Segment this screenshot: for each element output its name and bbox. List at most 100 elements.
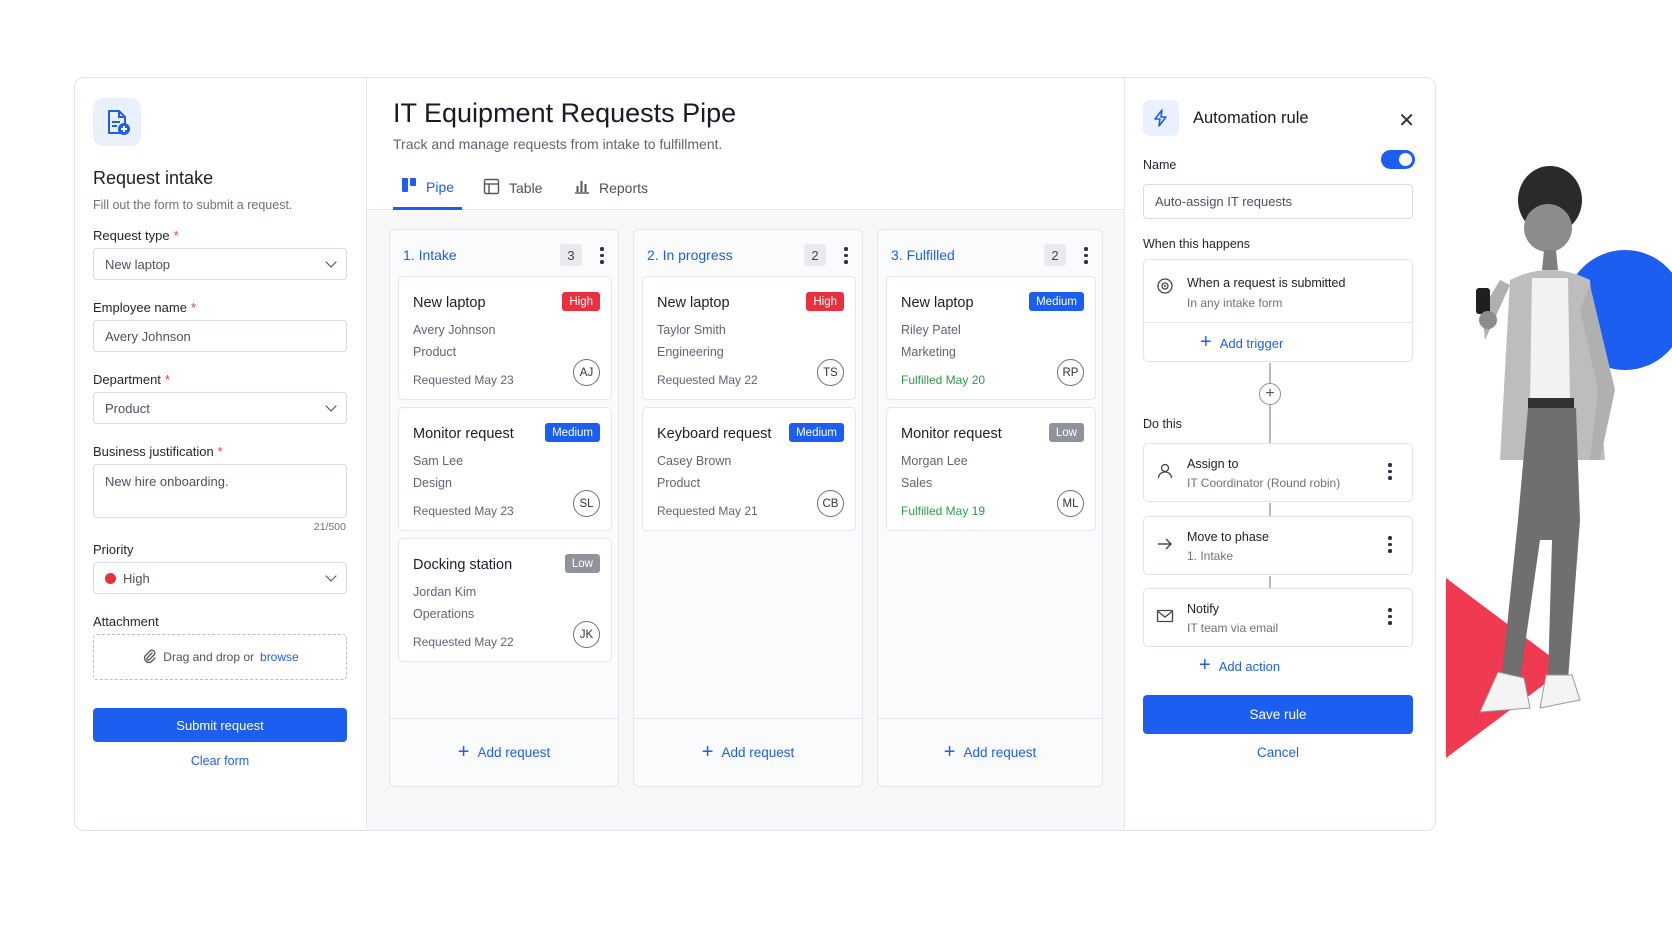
- card-department: Design: [413, 476, 452, 490]
- plus-icon: +: [457, 740, 470, 763]
- kanban-icon: [401, 177, 417, 196]
- more-vertical-icon[interactable]: [1388, 608, 1392, 625]
- avatar: ML: [1057, 490, 1084, 517]
- tab-table[interactable]: Table: [483, 166, 542, 210]
- action-card[interactable]: Move to phase 1. Intake: [1143, 516, 1413, 575]
- column-intake: 1. Intake 3 New laptop High Avery Johnso…: [389, 229, 619, 787]
- cancel-link[interactable]: Cancel: [1143, 745, 1413, 760]
- action-subtitle: IT team via email: [1187, 621, 1279, 635]
- card-title: Keyboard request: [657, 426, 772, 442]
- column-title: 3. Fulfilled: [891, 247, 955, 263]
- kanban-board: 1. Intake 3 New laptop High Avery Johnso…: [367, 211, 1124, 830]
- action-title: Notify: [1187, 602, 1219, 616]
- request-type-select[interactable]: New laptop: [93, 248, 347, 280]
- trigger-title[interactable]: When a request is submitted: [1187, 276, 1345, 290]
- employee-name-value: Avery Johnson: [105, 328, 191, 344]
- save-rule-button[interactable]: Save rule: [1143, 695, 1413, 734]
- department-label: Department *: [93, 372, 170, 387]
- employee-name-label: Employee name *: [93, 300, 197, 315]
- card-date: Requested May 23: [413, 504, 514, 518]
- more-vertical-icon[interactable]: [600, 247, 604, 264]
- card-title: New laptop: [413, 295, 486, 311]
- column-header: 1. Intake 3: [403, 244, 608, 266]
- column-count: 2: [804, 244, 826, 266]
- add-request-button[interactable]: + Add request: [390, 718, 618, 786]
- request-card[interactable]: Monitor request Medium Sam Lee Design Re…: [398, 407, 612, 531]
- add-request-button[interactable]: + Add request: [634, 718, 862, 786]
- add-request-button[interactable]: + Add request: [878, 718, 1102, 786]
- tab-pipe-label: Pipe: [426, 178, 455, 195]
- action-title: Assign to: [1187, 457, 1239, 471]
- page-subtitle: Track and manage requests from intake to…: [393, 136, 723, 152]
- document-add-icon: [93, 98, 141, 146]
- pipe-panel: IT Equipment Requests Pipe Track and man…: [367, 78, 1124, 830]
- request-type-value: New laptop: [105, 256, 171, 272]
- request-card[interactable]: New laptop High Taylor Smith Engineering…: [642, 276, 856, 400]
- chevron-down-icon: [325, 570, 337, 582]
- card-date: Requested May 23: [413, 373, 514, 387]
- justification-textarea[interactable]: New hire onboarding.: [93, 464, 347, 518]
- priority-badge: High: [806, 292, 844, 311]
- action-card[interactable]: Assign to IT Coordinator (Round robin): [1143, 443, 1413, 502]
- table-icon: [483, 178, 500, 198]
- avatar: TS: [817, 359, 844, 386]
- priority-badge: Low: [564, 554, 600, 573]
- automation-panel: Automation rule ✕ Name Auto-assign IT re…: [1124, 78, 1435, 830]
- request-card[interactable]: Monitor request Low Morgan Lee Sales Ful…: [886, 407, 1096, 531]
- column-title: 1. Intake: [403, 247, 457, 263]
- priority-select[interactable]: High: [93, 562, 347, 594]
- more-vertical-icon[interactable]: [844, 247, 848, 264]
- card-date: Requested May 21: [657, 504, 758, 518]
- chevron-down-icon: [325, 256, 337, 268]
- add-step-button[interactable]: +: [1259, 383, 1281, 405]
- justification-value: New hire onboarding.: [105, 474, 229, 489]
- add-trigger-button[interactable]: + Add trigger: [1200, 332, 1283, 352]
- attachment-dropzone[interactable]: Drag and drop or browse: [93, 634, 347, 680]
- more-vertical-icon[interactable]: [1084, 247, 1088, 264]
- submit-request-button[interactable]: Submit request: [93, 708, 347, 742]
- column-count: 2: [1044, 244, 1066, 266]
- trigger-card: When a request is submitted In any intak…: [1143, 259, 1413, 362]
- automation-title: Automation rule: [1193, 109, 1309, 127]
- employee-name-input[interactable]: Avery Johnson: [93, 320, 347, 352]
- browse-link[interactable]: browse: [260, 650, 299, 664]
- request-card[interactable]: New laptop Medium Riley Patel Marketing …: [886, 276, 1096, 400]
- clear-form-link[interactable]: Clear form: [93, 754, 347, 768]
- card-title: Docking station: [413, 557, 513, 573]
- avatar: RP: [1057, 359, 1084, 386]
- trigger-subtitle: In any intake form: [1187, 296, 1283, 310]
- card-department: Sales: [901, 476, 933, 490]
- avatar: SL: [573, 490, 600, 517]
- request-card[interactable]: New laptop High Avery Johnson Product Re…: [398, 276, 612, 400]
- close-icon[interactable]: ✕: [1398, 108, 1415, 133]
- department-select[interactable]: Product: [93, 392, 347, 424]
- card-department: Engineering: [657, 345, 724, 359]
- add-action-button[interactable]: + Add action: [1199, 655, 1280, 675]
- rule-name-value: Auto-assign IT requests: [1155, 194, 1293, 209]
- more-vertical-icon[interactable]: [1388, 536, 1392, 553]
- tab-reports[interactable]: Reports: [573, 166, 648, 210]
- dropzone-text: Drag and drop or: [163, 650, 255, 664]
- card-date: Fulfilled May 19: [901, 504, 986, 518]
- request-card[interactable]: Keyboard request Medium Casey Brown Prod…: [642, 407, 856, 531]
- priority-badge: Low: [1048, 423, 1084, 442]
- rule-name-input[interactable]: Auto-assign IT requests: [1143, 184, 1413, 219]
- add-request-label: Add request: [721, 745, 795, 760]
- add-request-label: Add request: [477, 745, 551, 760]
- add-request-label: Add request: [963, 745, 1037, 760]
- request-card[interactable]: Docking station Low Jordan Kim Operation…: [398, 538, 612, 662]
- more-vertical-icon[interactable]: [1388, 463, 1392, 480]
- column-in-progress: 2. In progress 2 New laptop High Taylor …: [633, 229, 863, 787]
- column-header: 2. In progress 2: [647, 244, 852, 266]
- plus-icon: +: [701, 740, 714, 763]
- enabled-toggle[interactable]: [1381, 150, 1415, 169]
- tab-reports-label: Reports: [599, 180, 649, 196]
- card-person: Sam Lee: [413, 454, 464, 468]
- person-illustration: [1476, 166, 1615, 713]
- target-icon: [1156, 277, 1174, 300]
- tab-pipe[interactable]: Pipe: [393, 166, 463, 210]
- request-type-label: Request type *: [93, 228, 179, 243]
- action-card[interactable]: Notify IT team via email: [1143, 588, 1413, 647]
- card-person: Casey Brown: [657, 454, 732, 468]
- tab-table-label: Table: [509, 180, 543, 196]
